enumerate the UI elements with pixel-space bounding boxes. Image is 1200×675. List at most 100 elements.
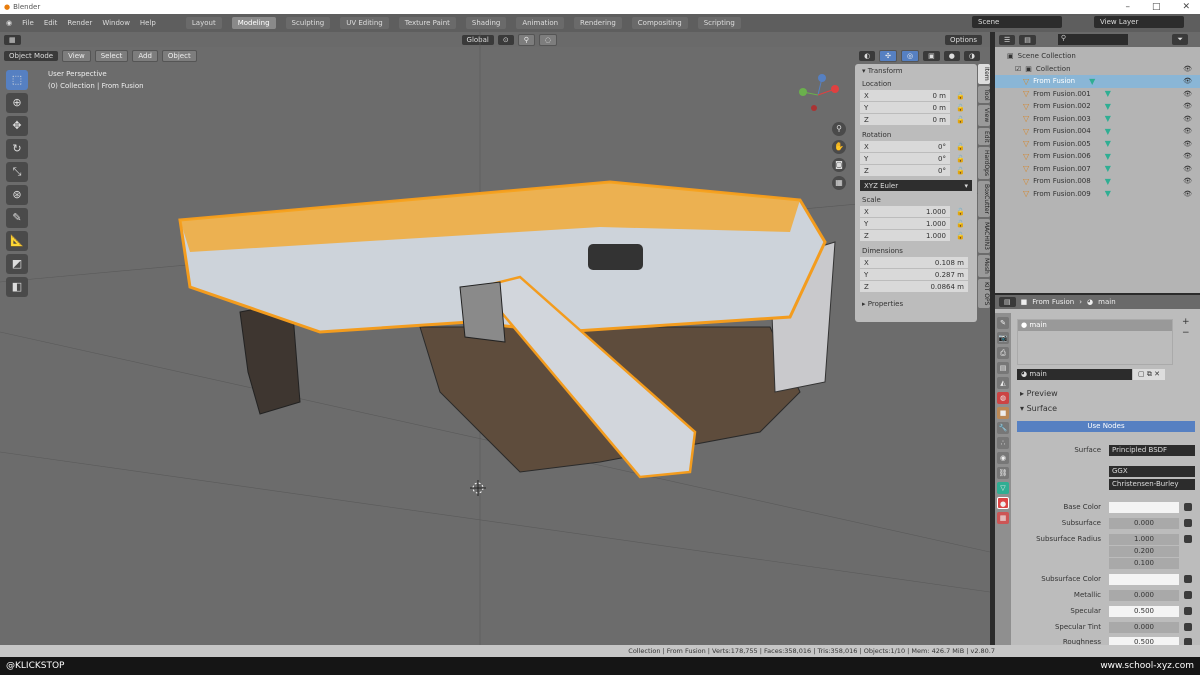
object-tab-icon[interactable]: ■ [997,407,1009,419]
eye-icon[interactable]: 👁 [1183,190,1192,198]
tool-tab-icon[interactable]: ✎ [997,317,1009,329]
node-link-icon[interactable] [1184,591,1192,599]
grid-perspective-icon[interactable]: ▦ [832,176,846,190]
material-actions[interactable]: ▢ ⧉ ✕ [1133,369,1165,380]
lock-icon[interactable]: 🔓 [956,143,965,151]
outliner-object[interactable]: ▽ From Fusion.005 ▼ 👁 [995,138,1200,151]
sidebar-tab-mesh[interactable]: Mesh [978,255,990,277]
3d-viewport[interactable]: ▦ Global ⊙ ⚲ ◌ Options Object Mode View … [0,32,990,645]
properties-header[interactable]: ▸ Properties [862,300,972,308]
property-value-field[interactable]: 0.000 [1109,517,1179,529]
menu-window[interactable]: Window [102,19,130,27]
physics-tab-icon[interactable]: ◉ [997,452,1009,464]
property-value-field[interactable] [1109,573,1179,585]
tab-sculpting[interactable]: Sculpting [285,17,331,29]
lock-icon[interactable]: 🔓 [956,232,965,240]
rotation-mode-dropdown[interactable]: XYZ Euler ▾ [860,180,972,191]
material-name-field[interactable]: ◕ main [1017,369,1132,380]
eye-icon[interactable]: 👁 [1183,90,1192,98]
sidebar-tab-machin3[interactable]: MACHIN3 [978,219,990,254]
rotation-z-field[interactable]: Z 0° [860,165,950,176]
menu-render[interactable]: Render [67,19,92,27]
blender-menu-icon[interactable]: ◉ [6,19,12,27]
tab-compositing[interactable]: Compositing [631,17,688,29]
scale-icon[interactable]: ⤡ [6,162,28,182]
outliner-object[interactable]: ▽ From Fusion.006 ▼ 👁 [995,150,1200,163]
tab-rendering[interactable]: Rendering [574,17,622,29]
node-link-icon[interactable] [1184,535,1192,543]
eye-icon[interactable]: 👁 [1183,65,1192,73]
rotation-y-field[interactable]: Y 0° [860,153,950,164]
node-link-icon[interactable] [1184,503,1192,511]
view-layer-selector[interactable]: View Layer [1094,16,1184,28]
dimensions-x-field[interactable]: X 0.108 m [860,257,968,268]
lock-icon[interactable]: 🔓 [956,92,965,100]
mesh-data-icon[interactable]: ▼ [1105,189,1111,198]
location-x-field[interactable]: X0 m [860,90,950,101]
scale-x-field[interactable]: X 1.000 [860,206,950,217]
eye-icon[interactable]: 👁 [1183,127,1192,135]
menu-help[interactable]: Help [140,19,156,27]
pan-hand-icon[interactable]: ✋ [832,140,846,154]
tab-uv-editing[interactable]: UV Editing [340,17,389,29]
mesh-data-icon[interactable]: ▼ [1089,77,1095,86]
eye-icon[interactable]: 👁 [1183,77,1192,85]
camera-icon[interactable]: ◙ [832,158,846,172]
use-nodes-button[interactable]: Use Nodes [1017,421,1195,432]
surface-section[interactable]: ▾ Surface [1020,404,1057,413]
measure-icon[interactable]: 📐 [6,231,28,251]
texture-tab-icon[interactable]: ▦ [997,512,1009,524]
outliner-object[interactable]: ▽ From Fusion.009 ▼ 👁 [995,188,1200,201]
sidebar-tab-kitops[interactable]: KIT OPS [978,278,990,309]
node-link-icon[interactable] [1184,575,1192,583]
checkbox-icon[interactable]: ☑ [1015,65,1021,73]
data-tab-icon[interactable]: ▽ [997,482,1009,494]
eye-icon[interactable]: 👁 [1183,152,1192,160]
location-z-field[interactable]: Z0 m [860,114,950,125]
property-value-field[interactable]: 1.000 [1109,533,1179,545]
dimensions-z-field[interactable]: Z 0.0864 m [860,281,968,292]
eye-icon[interactable]: 👁 [1183,140,1192,148]
eye-icon[interactable]: 👁 [1183,115,1192,123]
annotate-icon[interactable]: ✎ [6,208,28,228]
outliner-object[interactable]: ▽ From Fusion.008 ▼ 👁 [995,175,1200,188]
outliner-object[interactable]: ▽ From Fusion.004 ▼ 👁 [995,125,1200,138]
lock-icon[interactable]: 🔓 [956,155,965,163]
select-box-icon[interactable]: ⬚ [6,70,28,90]
lock-icon[interactable]: 🔓 [956,116,965,124]
eye-icon[interactable]: 👁 [1183,102,1192,110]
sidebar-tab-view[interactable]: View [978,105,990,126]
outliner-search-input[interactable]: ⚲ [1057,34,1128,45]
eye-icon[interactable]: 👁 [1183,165,1192,173]
scale-y-field[interactable]: Y 1.000 [860,218,950,229]
outliner-object[interactable]: ▽ From Fusion ▼ 👁 [995,75,1200,88]
scene-selector[interactable]: Scene [972,16,1062,28]
property-value-field[interactable]: 0.200 [1109,545,1179,557]
surface-shader-dropdown[interactable]: Principled BSDF [1109,444,1195,456]
eye-icon[interactable]: 👁 [1183,177,1192,185]
properties-editor-icon[interactable]: ▤ [999,297,1016,307]
material-tab-icon[interactable]: ● [997,497,1009,509]
sidebar-tab-edit[interactable]: Edit [978,127,990,146]
mesh-data-icon[interactable]: ▼ [1105,139,1111,148]
outliner-editor-icon[interactable]: ☰ [999,34,1016,45]
mesh-data-icon[interactable]: ▼ [1105,177,1111,186]
mesh-data-icon[interactable]: ▼ [1105,114,1111,123]
outliner-object[interactable]: ▽ From Fusion.001 ▼ 👁 [995,88,1200,101]
lock-icon[interactable]: 🔓 [956,167,965,175]
lock-icon[interactable]: 🔓 [956,104,965,112]
tab-modeling[interactable]: Modeling [231,17,276,29]
modifier-tab-icon[interactable]: 🔧 [997,422,1009,434]
mesh-data-icon[interactable]: ▼ [1105,164,1111,173]
tab-animation[interactable]: Animation [516,17,565,29]
add-cube-icon[interactable]: ◩ [6,254,28,274]
property-value-field[interactable]: 0.000 [1109,621,1179,633]
mesh-data-icon[interactable]: ▼ [1105,152,1111,161]
tab-layout[interactable]: Layout [185,17,222,29]
slot-add-remove[interactable]: + − [1182,317,1190,339]
property-value-field[interactable] [1109,501,1179,513]
transform-header[interactable]: ▾ Transform [862,67,972,75]
menu-edit[interactable]: Edit [44,19,58,27]
distribution-dropdown[interactable]: GGX [1109,466,1195,477]
property-value-field[interactable]: 0.000 [1109,589,1179,601]
